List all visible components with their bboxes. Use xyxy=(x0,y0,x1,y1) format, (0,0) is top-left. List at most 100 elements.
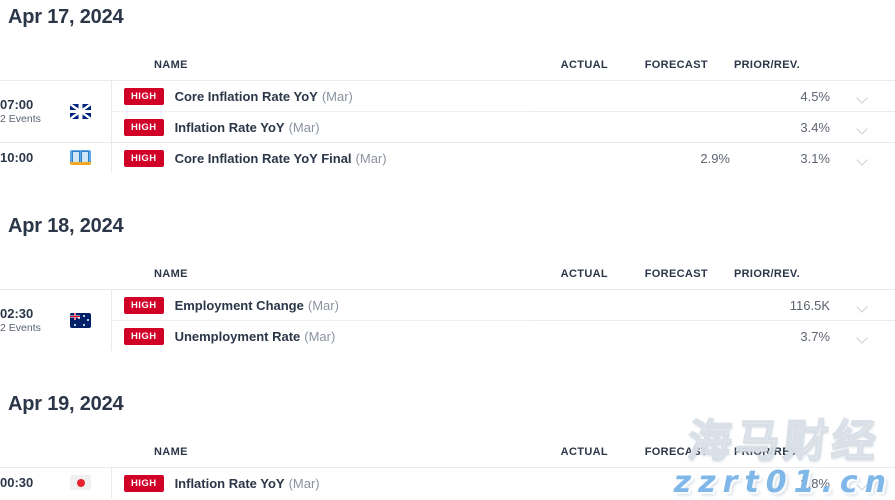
event-period: (Mar) xyxy=(288,119,320,135)
events-table: NAME ACTUAL FORECAST PRIOR/REV. 02:30 2 … xyxy=(0,268,895,351)
header-actual: ACTUAL xyxy=(560,59,608,71)
event-name[interactable]: Inflation Rate YoY xyxy=(175,120,285,135)
event-name-cell: HIGH Inflation Rate YoY (Mar) xyxy=(111,111,530,143)
event-period: (Mar) xyxy=(307,297,339,313)
header-name: NAME xyxy=(154,59,188,71)
header-prior: PRIOR/REV. xyxy=(733,59,800,71)
table-row[interactable]: 07:00 2 Events HIGH Core Inflation Rate … xyxy=(0,80,895,143)
time-cell: 10:00 xyxy=(0,142,70,173)
date-heading: Apr 18, 2024 xyxy=(8,215,124,237)
prior-value: 116.5K xyxy=(730,289,830,321)
event-time: 10:00 xyxy=(0,150,34,165)
event-name[interactable]: Inflation Rate YoY xyxy=(175,476,285,491)
table-row[interactable]: HIGH Inflation Rate YoY (Mar) 3.4% xyxy=(0,111,895,143)
header-flag xyxy=(70,268,111,290)
au-flag-icon xyxy=(70,312,91,328)
table-row[interactable]: HIGH Unemployment Rate (Mar) 3.7% xyxy=(0,320,895,351)
actual-value xyxy=(530,80,630,112)
event-name-cell: HIGH Core Inflation Rate YoY (Mar) xyxy=(111,80,530,112)
forecast-value xyxy=(630,111,730,143)
table-row[interactable]: 10:00 HIGH Core Inflation Rate YoY Final… xyxy=(0,142,895,173)
header-forecast: FORECAST xyxy=(644,59,708,71)
event-period: (Mar) xyxy=(355,150,387,166)
event-period: (Mar) xyxy=(304,328,336,344)
expand-cell[interactable] xyxy=(830,80,895,112)
gb-flag-icon xyxy=(70,103,91,119)
date-heading: Apr 17, 2024 xyxy=(8,6,124,28)
impact-badge-high: HIGH xyxy=(124,118,164,136)
header-forecast: FORECAST xyxy=(644,268,708,280)
prior-value: 3.1% xyxy=(730,142,830,173)
event-count: 2 Events xyxy=(0,113,41,125)
country-flag-cell xyxy=(70,80,111,143)
time-cell: 00:30 xyxy=(0,467,70,498)
forecast-value xyxy=(630,80,730,112)
time-cell: 07:00 2 Events xyxy=(0,80,70,143)
header-flag xyxy=(70,59,111,81)
header-time xyxy=(0,268,70,290)
date-heading: Apr 19, 2024 xyxy=(8,393,124,415)
events-table: NAME ACTUAL FORECAST PRIOR/REV. 07:00 2 … xyxy=(0,59,895,173)
event-name[interactable]: Employment Change xyxy=(175,298,304,313)
forecast-value xyxy=(630,289,730,321)
time-cell: 02:30 2 Events xyxy=(0,289,70,351)
impact-badge-high: HIGH xyxy=(124,87,164,105)
chevron-down-icon[interactable] xyxy=(857,156,868,162)
impact-badge-high: HIGH xyxy=(124,149,164,167)
header-actual: ACTUAL xyxy=(560,268,608,280)
table-row[interactable]: 00:30 HIGH Inflation Rate YoY (Mar) 2.8% xyxy=(0,467,895,498)
event-count: 2 Events xyxy=(0,322,41,334)
country-flag-cell xyxy=(70,467,111,498)
event-name-cell: HIGH Unemployment Rate (Mar) xyxy=(111,320,530,351)
event-name-cell: HIGH Inflation Rate YoY (Mar) xyxy=(111,467,530,498)
impact-badge-high: HIGH xyxy=(124,296,164,314)
event-period: (Mar) xyxy=(288,475,320,491)
country-flag-cell xyxy=(70,142,111,173)
chevron-down-icon[interactable] xyxy=(857,481,868,487)
chevron-down-icon[interactable] xyxy=(857,94,868,100)
actual-value xyxy=(530,142,630,173)
expand-cell[interactable] xyxy=(830,320,895,351)
event-name[interactable]: Core Inflation Rate YoY Final xyxy=(175,151,352,166)
prior-value: 4.5% xyxy=(730,80,830,112)
prior-value: 2.8% xyxy=(730,467,830,498)
header-name: NAME xyxy=(154,446,188,458)
header-forecast: FORECAST xyxy=(644,446,708,458)
actual-value xyxy=(530,320,630,351)
header-expand xyxy=(830,446,895,468)
event-time: 07:00 xyxy=(0,97,34,112)
event-name-cell: HIGH Core Inflation Rate YoY Final (Mar) xyxy=(111,142,530,173)
header-expand xyxy=(830,268,895,290)
event-name[interactable]: Unemployment Rate xyxy=(175,329,301,344)
expand-cell[interactable] xyxy=(830,467,895,498)
header-prior: PRIOR/REV. xyxy=(733,446,800,458)
expand-cell[interactable] xyxy=(830,111,895,143)
header-time xyxy=(0,446,70,468)
forecast-value xyxy=(630,467,730,498)
prior-value: 3.4% xyxy=(730,111,830,143)
event-name-cell: HIGH Employment Change (Mar) xyxy=(111,289,530,321)
event-period: (Mar) xyxy=(321,88,353,104)
event-name[interactable]: Core Inflation Rate YoY xyxy=(175,89,318,104)
chevron-down-icon[interactable] xyxy=(857,334,868,340)
country-flag-cell xyxy=(70,289,111,351)
header-flag xyxy=(70,446,111,468)
chevron-down-icon[interactable] xyxy=(857,125,868,131)
table-row[interactable]: 02:30 2 Events HIGH Employment Change (M… xyxy=(0,289,895,351)
actual-value xyxy=(530,467,630,498)
table-header-row: NAME ACTUAL FORECAST PRIOR/REV. xyxy=(0,268,895,290)
event-time: 02:30 xyxy=(0,306,34,321)
expand-cell[interactable] xyxy=(830,289,895,321)
table-header-row: NAME ACTUAL FORECAST PRIOR/REV. xyxy=(0,59,895,81)
prior-value: 3.7% xyxy=(730,320,830,351)
forecast-value: 2.9% xyxy=(630,142,730,173)
impact-badge-high: HIGH xyxy=(124,474,164,492)
table-header-row: NAME ACTUAL FORECAST PRIOR/REV. xyxy=(0,446,895,468)
chevron-down-icon[interactable] xyxy=(857,303,868,309)
actual-value xyxy=(530,111,630,143)
expand-cell[interactable] xyxy=(830,142,895,173)
events-table: NAME ACTUAL FORECAST PRIOR/REV. 00:30 HI… xyxy=(0,446,895,498)
header-time xyxy=(0,59,70,81)
header-prior: PRIOR/REV. xyxy=(733,268,800,280)
header-name: NAME xyxy=(154,268,188,280)
